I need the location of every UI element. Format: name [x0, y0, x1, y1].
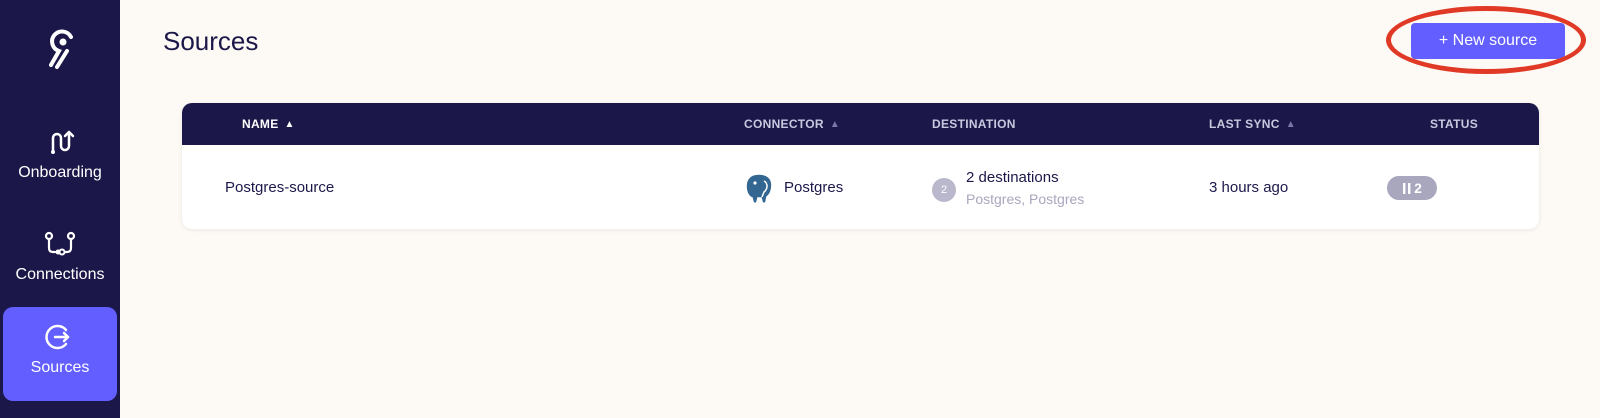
column-label: DESTINATION	[932, 117, 1016, 131]
table-header: NAME ▲ CONNECTOR ▲ DESTINATION LAST SYNC ▲ …	[182, 103, 1539, 145]
destination-summary: 2 destinations	[966, 169, 1059, 186]
sidebar: Onboarding Connections Sources	[0, 0, 120, 418]
sidebar-item-label: Onboarding	[18, 164, 102, 181]
connector-name: Postgres	[784, 179, 844, 196]
column-header-destination: DESTINATION	[932, 117, 1016, 131]
new-source-button[interactable]: + New source	[1411, 23, 1565, 59]
sidebar-item-label: Connections	[15, 266, 105, 283]
connections-icon	[44, 231, 76, 256]
column-header-connector[interactable]: CONNECTOR ▲	[744, 117, 840, 131]
sidebar-item-onboarding[interactable]: Onboarding	[3, 112, 117, 206]
onboarding-icon	[51, 130, 75, 154]
sort-asc-icon: ▲	[284, 119, 295, 130]
column-label: NAME	[242, 117, 279, 131]
sort-icon: ▲	[829, 119, 841, 130]
sidebar-item-sources[interactable]: Sources	[3, 307, 117, 401]
column-label: STATUS	[1430, 117, 1479, 131]
sort-icon: ▲	[1285, 119, 1296, 130]
column-header-name[interactable]: NAME ▲	[242, 117, 295, 131]
sidebar-item-label: Sources	[30, 359, 90, 376]
column-label: CONNECTOR	[744, 117, 824, 131]
airbyte-logo-icon[interactable]	[35, 25, 85, 75]
column-label: LAST SYNC	[1209, 117, 1280, 131]
page-title: Sources	[163, 26, 259, 56]
destination-count-badge: 2	[932, 178, 956, 202]
pause-icon	[1403, 183, 1411, 194]
column-header-last-sync[interactable]: LAST SYNC ▲	[1209, 117, 1296, 131]
table-row[interactable]: Postgres-source Postgres 2 2 destination…	[182, 145, 1539, 229]
source-name: Postgres-source	[225, 179, 335, 196]
last-sync-value: 3 hours ago	[1209, 179, 1289, 196]
column-header-status: STATUS	[1430, 117, 1478, 131]
postgres-elephant-icon	[745, 173, 773, 205]
status-badge[interactable]: 2	[1387, 176, 1437, 200]
sources-table: NAME ▲ CONNECTOR ▲ DESTINATION LAST SYNC ▲ …	[182, 103, 1539, 229]
destination-list: Postgres, Postgres	[966, 191, 1085, 207]
sidebar-item-connections[interactable]: Connections	[3, 214, 117, 308]
status-count: 2	[1414, 180, 1422, 196]
sources-icon	[45, 324, 70, 350]
